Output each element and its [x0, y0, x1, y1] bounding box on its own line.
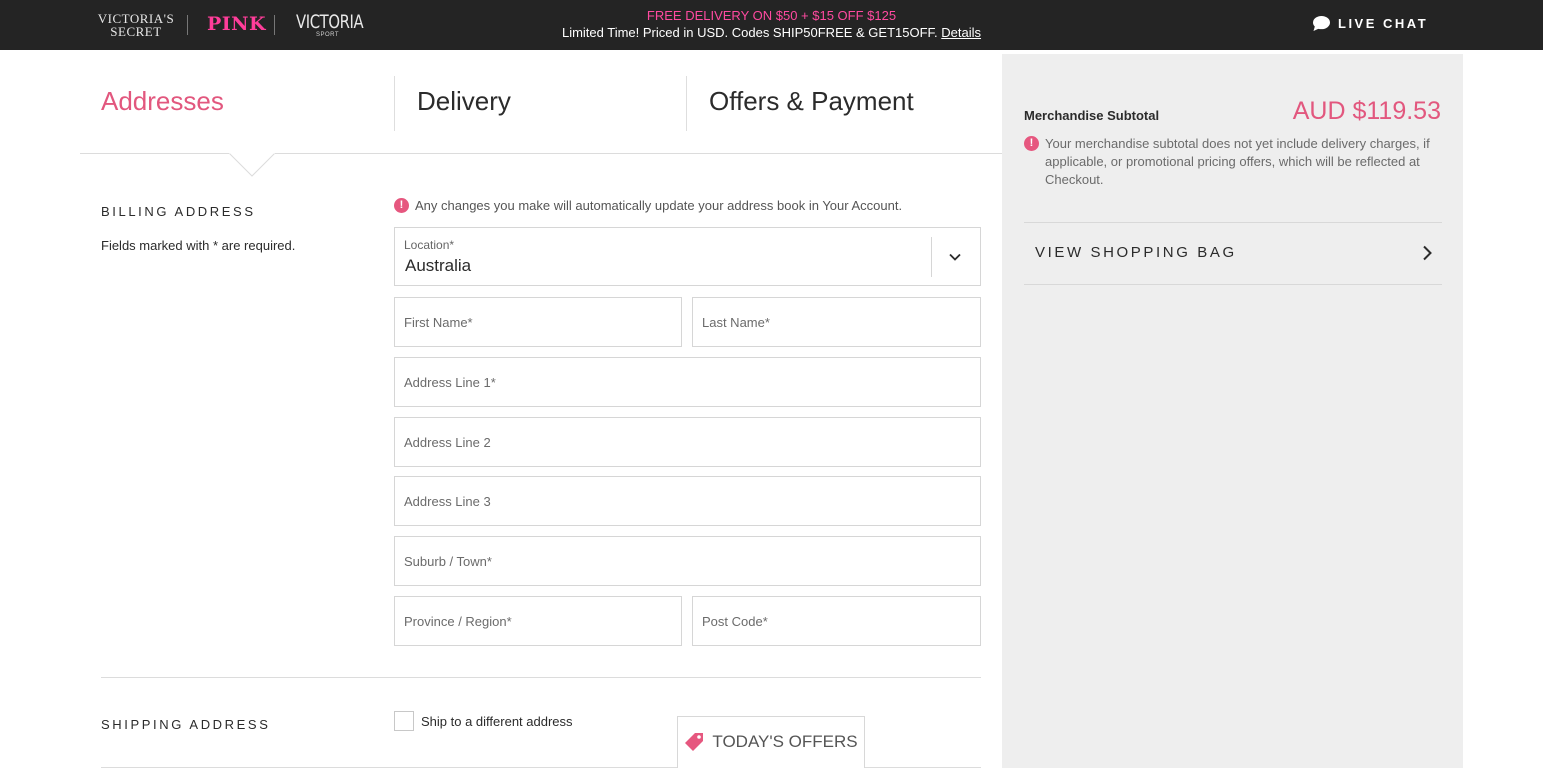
todays-offers-tab[interactable]: TODAY'S OFFERS — [677, 716, 865, 768]
step-divider — [686, 76, 687, 131]
panel-divider — [1024, 284, 1442, 285]
chevron-down-icon[interactable] — [948, 250, 962, 264]
alert-icon: ! — [394, 198, 409, 213]
suburb-town-field[interactable] — [394, 536, 981, 586]
select-divider — [931, 237, 932, 277]
tag-icon — [685, 733, 704, 751]
step-delivery[interactable]: Delivery — [417, 86, 511, 117]
view-shopping-bag-link[interactable]: VIEW SHOPPING BAG — [1035, 244, 1237, 261]
live-chat-label: LIVE CHAT — [1338, 16, 1429, 31]
required-fields-note: Fields marked with * are required. — [101, 238, 296, 253]
province-region-field[interactable] — [394, 596, 682, 646]
victorias-secret-logo[interactable]: VICTORIA'S SECRET — [96, 12, 176, 38]
order-summary-panel: Merchandise Subtotal AUD $119.53 ! Your … — [1002, 54, 1463, 768]
alert-icon: ! — [1024, 136, 1039, 151]
post-code-input[interactable] — [693, 597, 980, 645]
live-chat-button[interactable]: LIVE CHAT — [1312, 15, 1428, 32]
address-line-3-field[interactable] — [394, 476, 981, 526]
promo-text: Limited Time! Priced in USD. Codes SHIP5… — [561, 25, 938, 40]
last-name-input[interactable] — [693, 298, 980, 346]
section-divider — [101, 677, 981, 678]
location-value: Australia — [405, 256, 472, 275]
first-name-field[interactable] — [394, 297, 682, 347]
active-step-pointer — [229, 153, 275, 177]
province-region-input[interactable] — [395, 597, 681, 645]
steps-divider — [80, 153, 1002, 154]
last-name-field[interactable] — [692, 297, 981, 347]
step-divider — [394, 76, 395, 131]
top-bar: VICTORIA'S SECRET PINK VICTORIA SPORT FR… — [0, 0, 1543, 50]
victoria-sport-sub: SPORT — [316, 32, 340, 38]
panel-divider — [1024, 222, 1442, 223]
address-line-2-field[interactable] — [394, 417, 981, 467]
chat-bubble-icon — [1313, 15, 1330, 32]
promo-details-link[interactable]: Details — [941, 25, 981, 40]
address-line-1-input[interactable] — [395, 358, 980, 406]
subtotal-note: Your merchandise subtotal does not yet i… — [1045, 136, 1430, 187]
pink-logo[interactable]: PINK — [207, 13, 266, 35]
brand-divider — [187, 15, 188, 35]
promo-details: Limited Time! Priced in USD. Codes SHIP5… — [520, 24, 1023, 41]
victoria-sport-logo[interactable]: VICTORIA — [296, 12, 364, 32]
post-code-field[interactable] — [692, 596, 981, 646]
merchandise-subtotal-label: Merchandise Subtotal — [1024, 108, 1160, 123]
billing-address-heading: BILLING ADDRESS — [101, 204, 256, 219]
chevron-right-icon[interactable] — [1420, 245, 1434, 261]
location-label: Location* — [404, 238, 455, 252]
ship-different-address-option[interactable]: Ship to a different address — [394, 711, 573, 731]
vs-logo-line2: SECRET — [110, 24, 162, 39]
address-line-2-input[interactable] — [395, 418, 980, 466]
suburb-town-input[interactable] — [395, 537, 980, 585]
ship-different-address-label: Ship to a different address — [421, 713, 573, 729]
ship-different-address-checkbox[interactable] — [394, 711, 414, 731]
address-line-3-input[interactable] — [395, 477, 980, 525]
step-offers-payment[interactable]: Offers & Payment — [709, 86, 914, 117]
shipping-address-heading: SHIPPING ADDRESS — [101, 717, 271, 732]
first-name-input[interactable] — [395, 298, 681, 346]
brand-divider — [274, 15, 275, 35]
step-addresses[interactable]: Addresses — [101, 86, 224, 117]
address-book-note-text: Any changes you make will automatically … — [415, 198, 903, 213]
promo-headline: FREE DELIVERY ON $50 + $15 OFF $125 — [646, 8, 897, 23]
location-select[interactable]: Location* Australia — [394, 227, 981, 286]
address-book-note: ! Any changes you make will automaticall… — [394, 198, 902, 213]
todays-offers-label: TODAY'S OFFERS — [712, 732, 858, 751]
merchandise-subtotal-value: AUD $119.53 — [1292, 97, 1441, 125]
address-line-1-field[interactable] — [394, 357, 981, 407]
promo-banner: FREE DELIVERY ON $50 + $15 OFF $125 Limi… — [520, 7, 1023, 41]
